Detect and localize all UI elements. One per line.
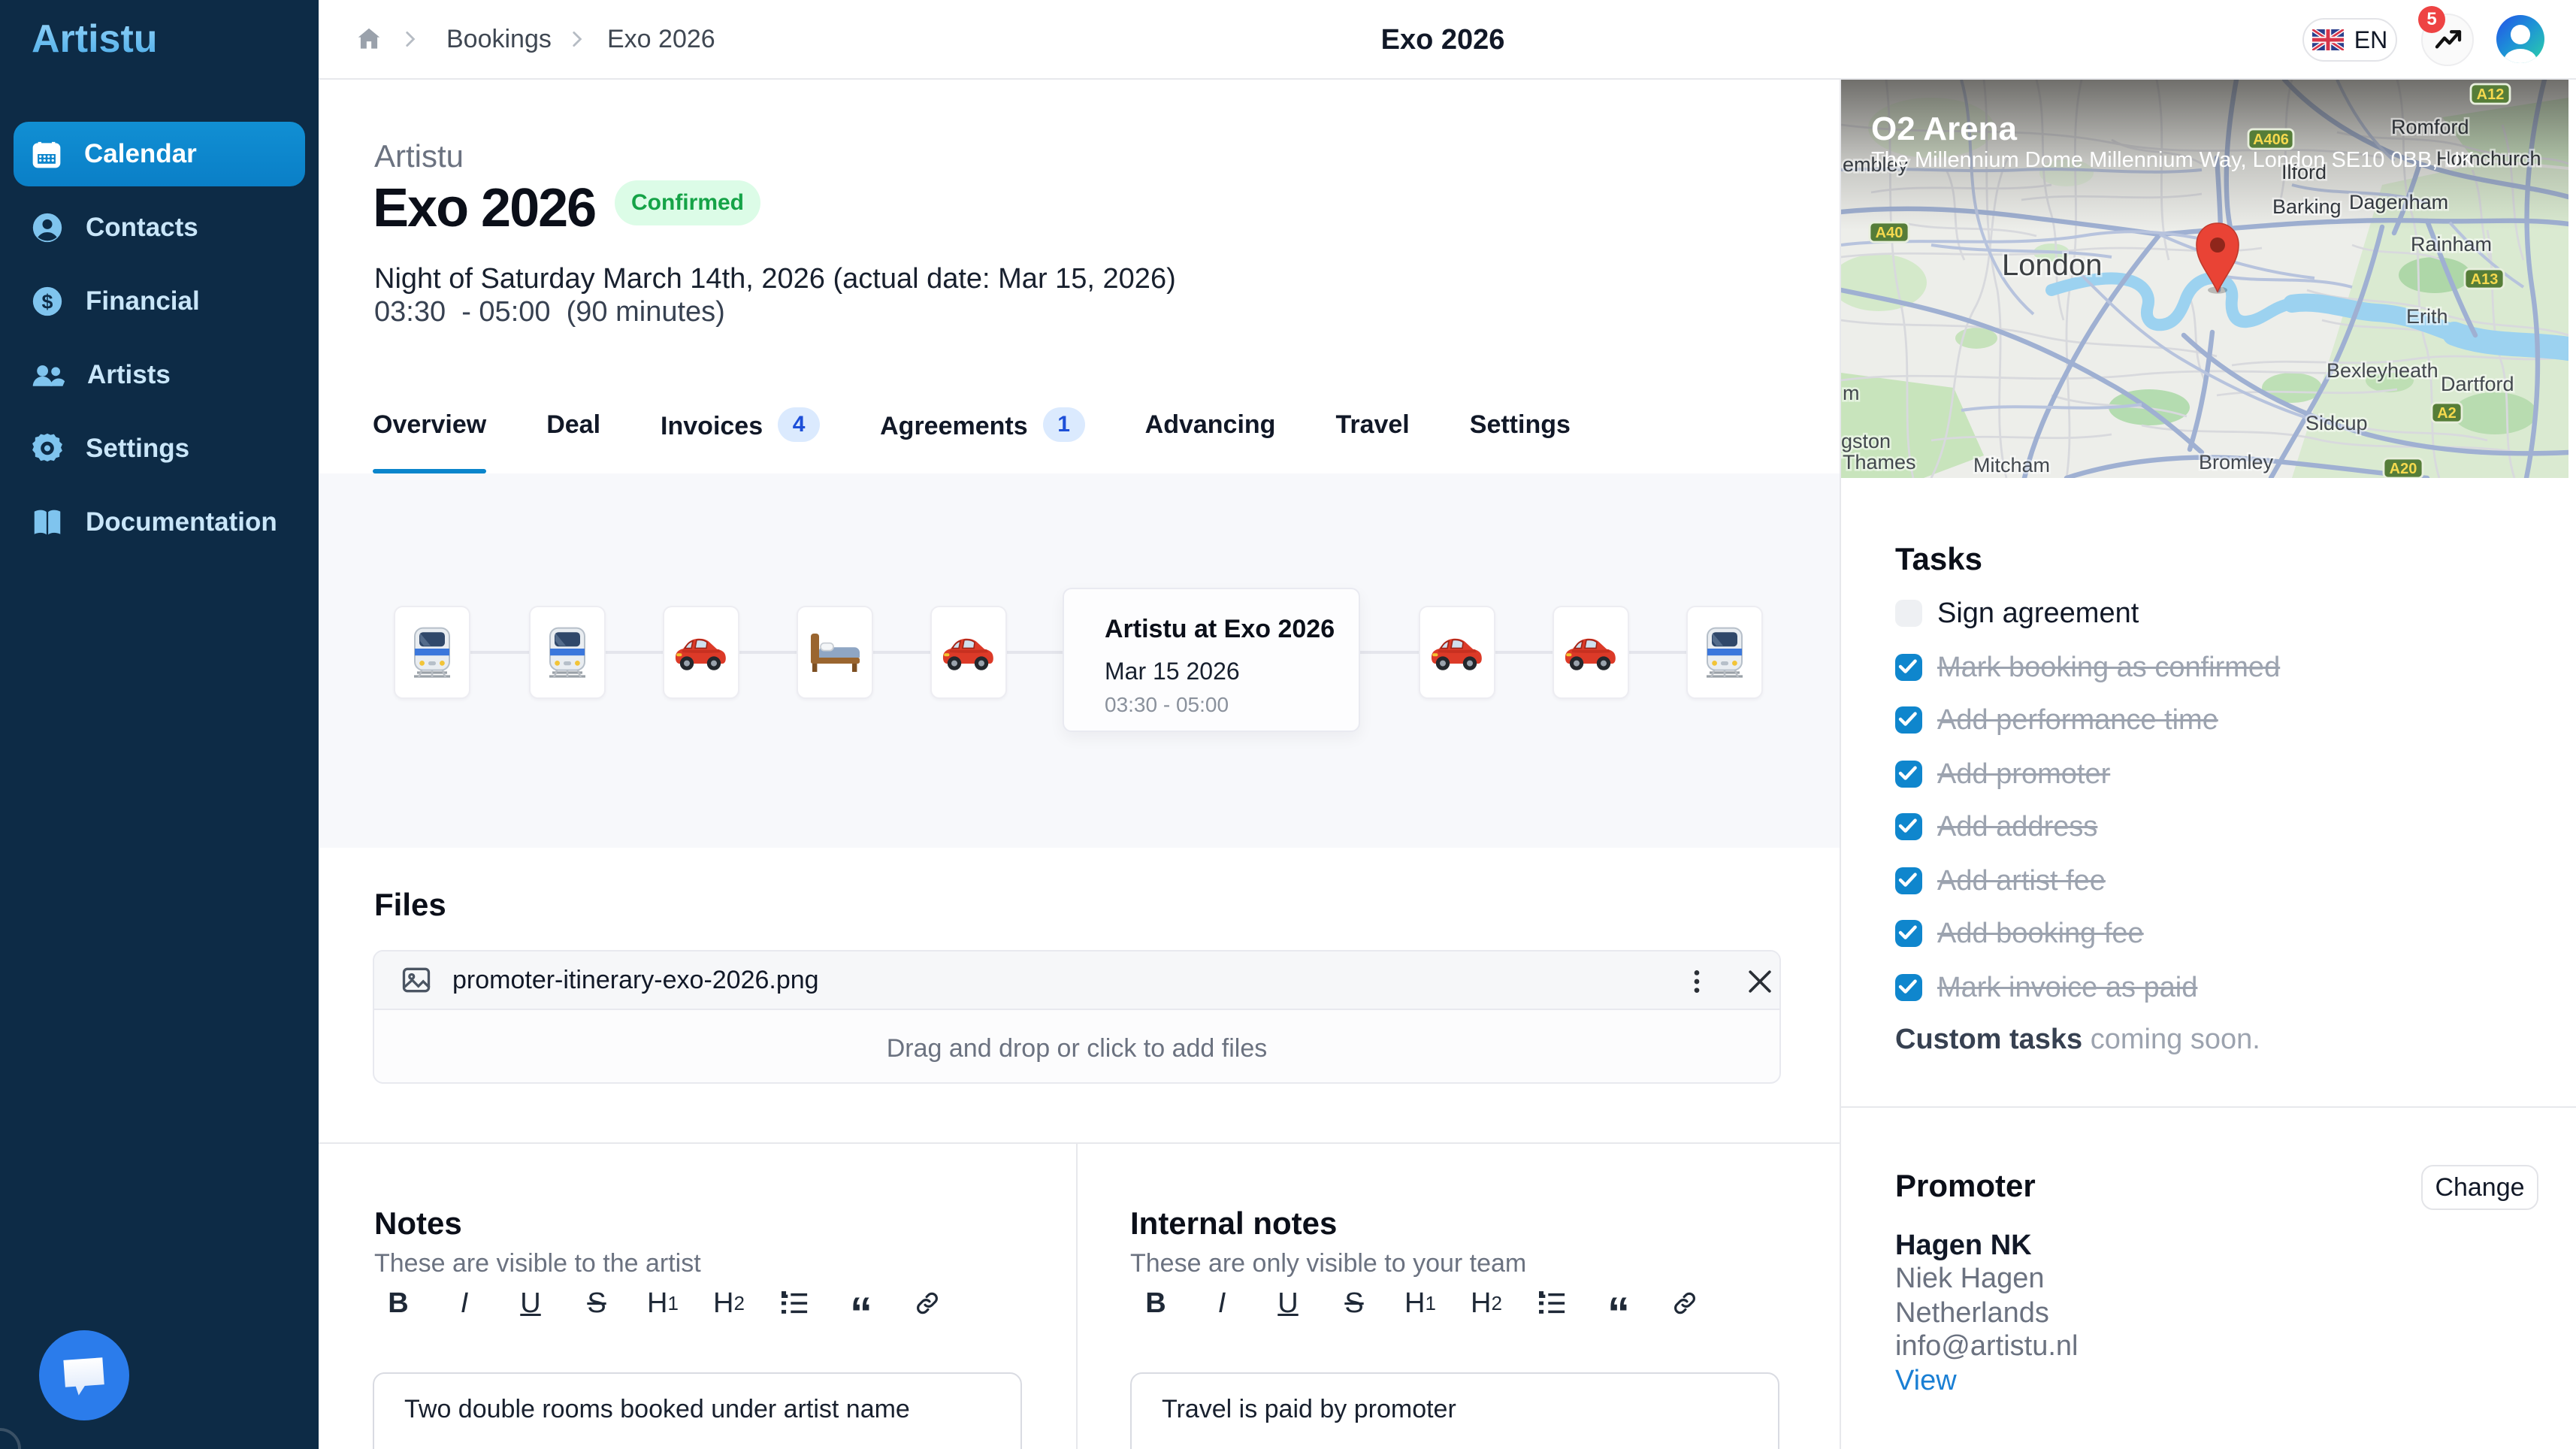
svg-text:A12: A12: [2477, 86, 2505, 103]
svg-text:Romford: Romford: [2391, 116, 2469, 138]
svg-text:m: m: [1843, 382, 1860, 404]
svg-text:Dagenham: Dagenham: [2349, 191, 2448, 213]
svg-text:Erith: Erith: [2406, 305, 2448, 328]
svg-text:A40: A40: [1876, 225, 1903, 241]
svg-text:Mitcham: Mitcham: [1973, 454, 2050, 476]
svg-text:O2 Arena: O2 Arena: [1871, 110, 2018, 147]
svg-text:The Millennium Dome Millennium: The Millennium Dome Millennium Way, Lond…: [1871, 148, 2475, 172]
svg-text:Bromley: Bromley: [2199, 451, 2274, 473]
svg-text:Bexleyheath: Bexleyheath: [2327, 359, 2438, 382]
svg-text:Thames: Thames: [1843, 451, 1916, 473]
svg-text:A20: A20: [2390, 461, 2417, 477]
svg-text:Barking: Barking: [2272, 195, 2342, 218]
svg-text:$: $: [42, 291, 53, 313]
svg-text:Rainham: Rainham: [2411, 233, 2492, 256]
svg-text:A406: A406: [2253, 132, 2289, 148]
svg-text:Dartford: Dartford: [2441, 373, 2514, 395]
svg-text:gston: gston: [1841, 430, 1891, 452]
svg-text:A13: A13: [2471, 271, 2499, 288]
svg-text:A2: A2: [2437, 405, 2457, 422]
svg-text:Sidcup: Sidcup: [2305, 412, 2368, 434]
svg-text:London: London: [2002, 249, 2102, 282]
